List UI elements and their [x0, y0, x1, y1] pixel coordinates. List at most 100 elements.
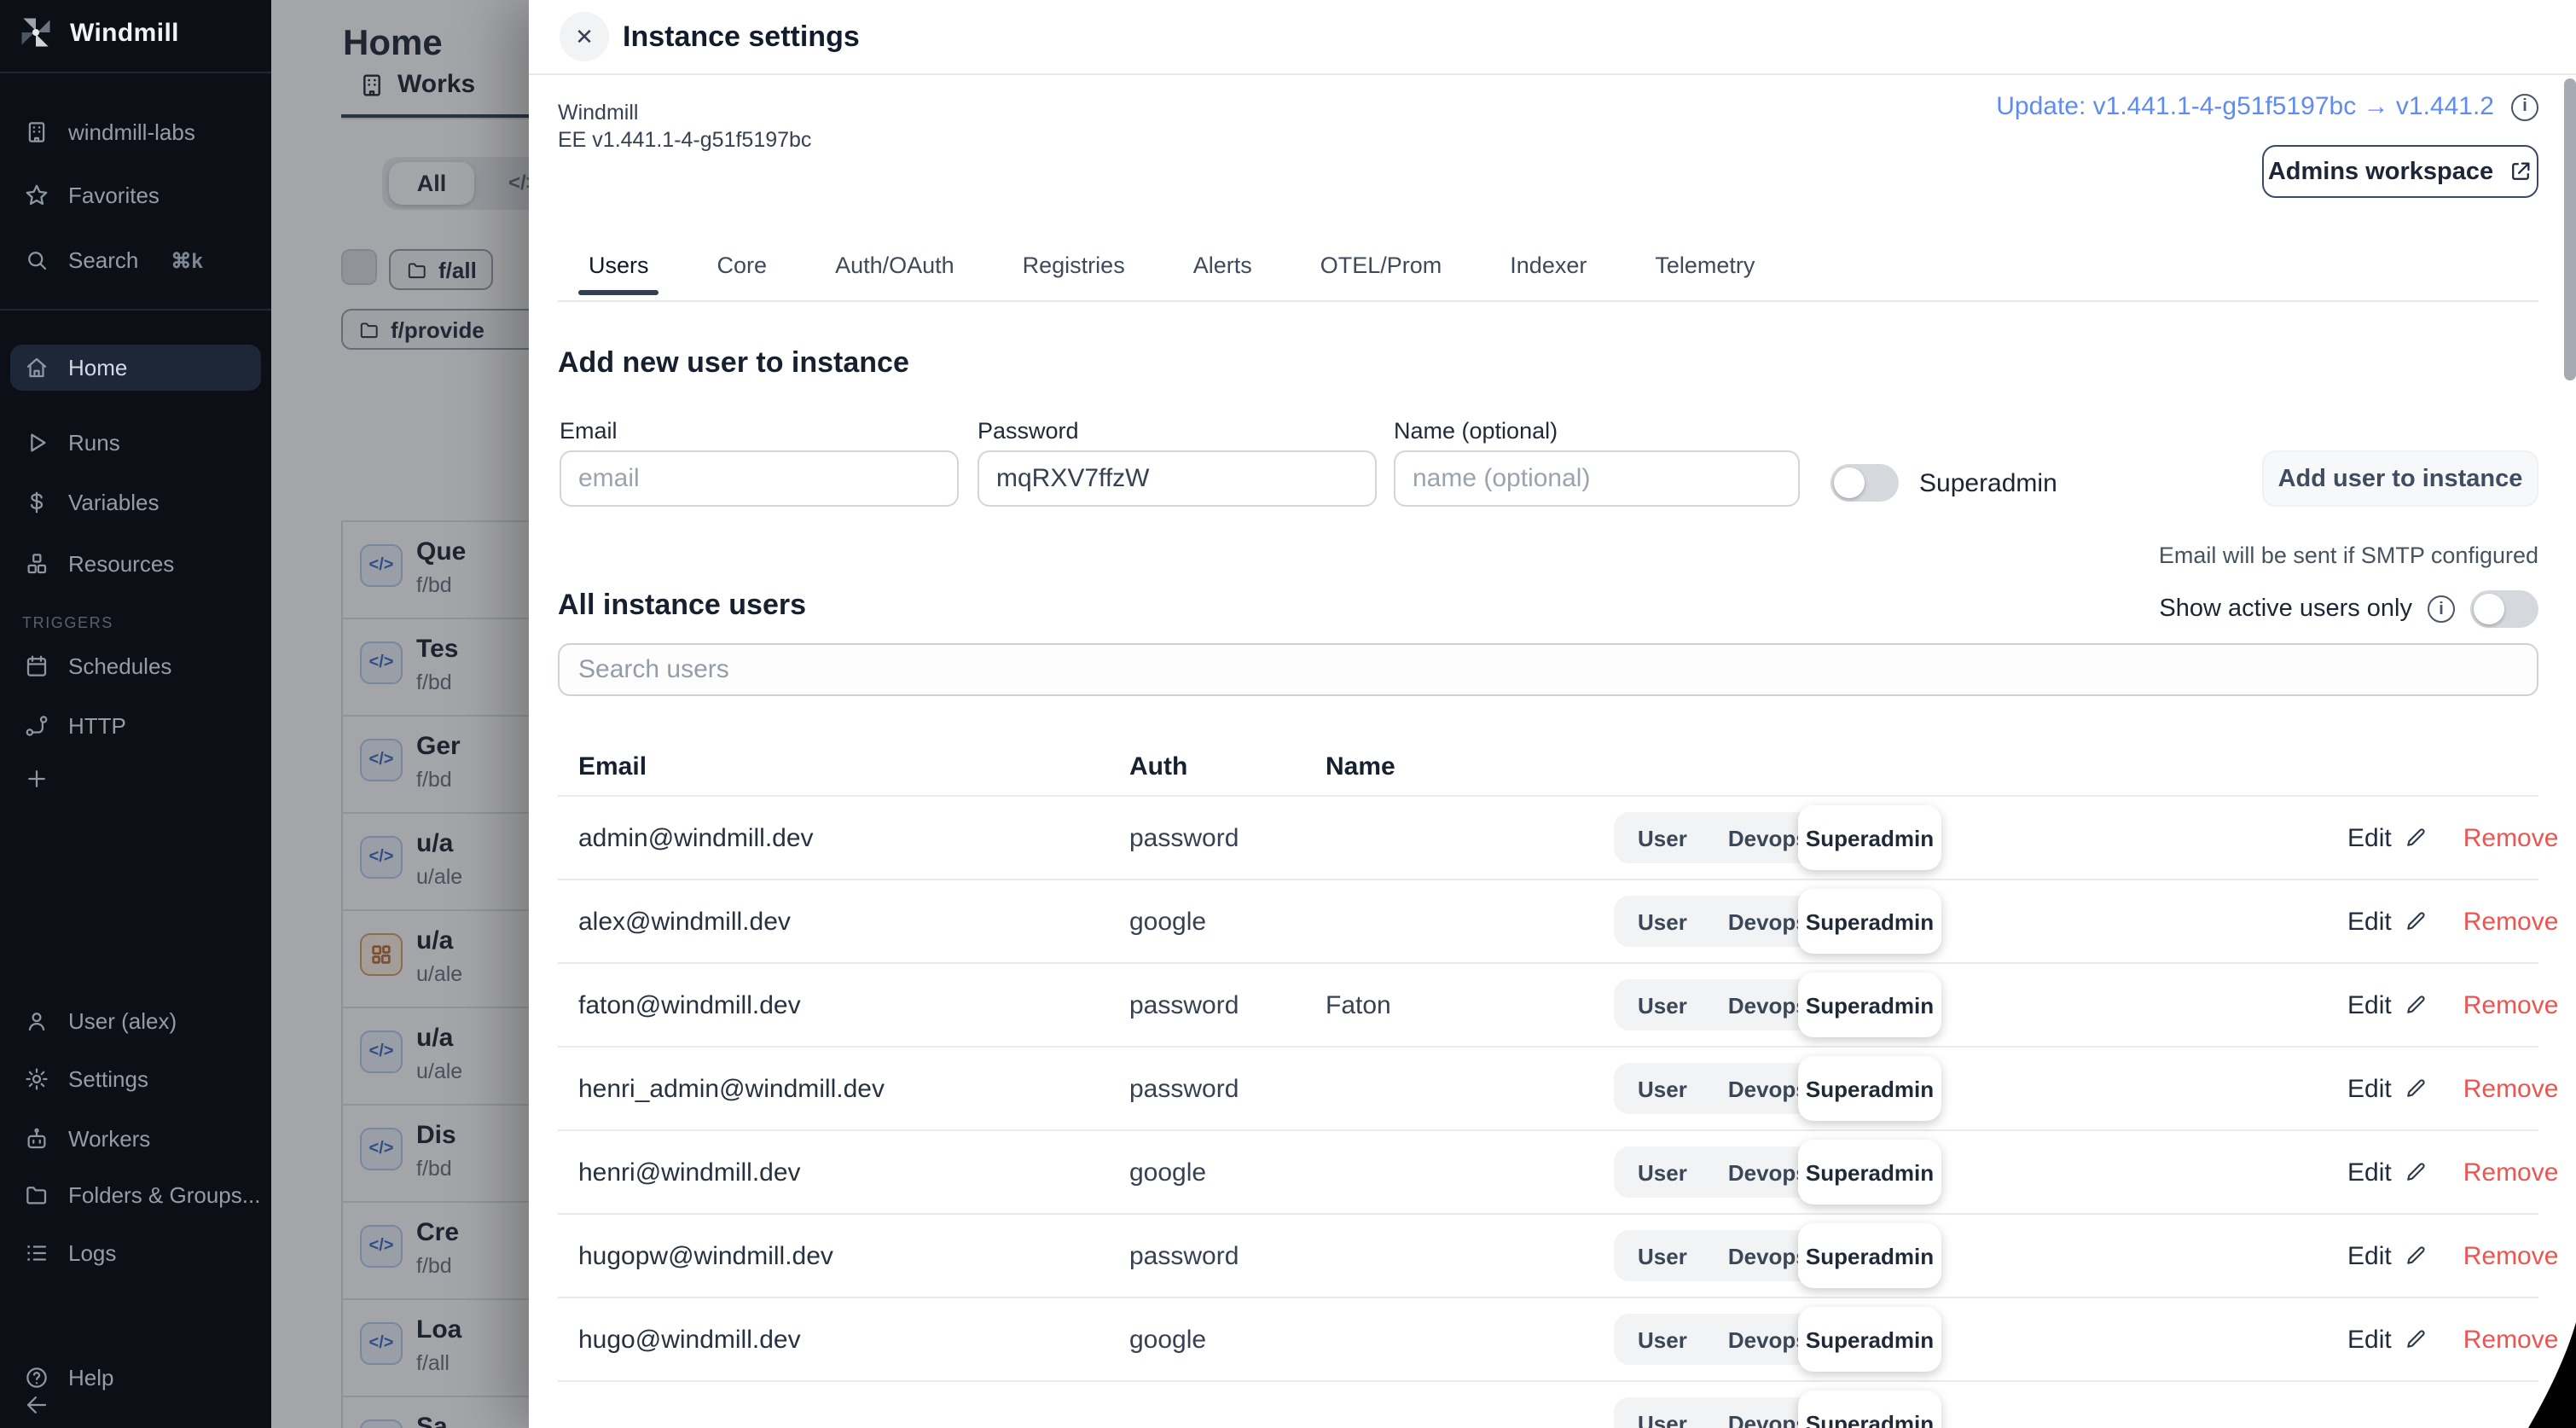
- sidebar-item-add-trigger[interactable]: [10, 756, 261, 802]
- remove-button[interactable]: Remove: [2463, 1074, 2559, 1103]
- role-option-devops[interactable]: Devops: [1728, 908, 1808, 934]
- tab-auth-oauth[interactable]: Auth/OAuth: [830, 253, 960, 295]
- role-option-user[interactable]: User: [1638, 1410, 1687, 1428]
- tab-registries[interactable]: Registries: [1018, 253, 1130, 295]
- modal-header: ✕ Instance settings: [529, 0, 2576, 75]
- password-field[interactable]: [978, 450, 1377, 507]
- logo-label: Windmill: [70, 18, 179, 47]
- sidebar-item-runs[interactable]: Runs: [10, 420, 261, 466]
- tabs-border: [558, 300, 2538, 302]
- name-field[interactable]: [1394, 450, 1800, 507]
- role-option-user[interactable]: User: [1638, 1159, 1687, 1185]
- sidebar-item-user[interactable]: User (alex): [10, 998, 261, 1044]
- collapse-sidebar-button[interactable]: [10, 1382, 261, 1428]
- remove-button[interactable]: Remove: [2463, 823, 2559, 852]
- add-user-button[interactable]: Add user to instance: [2262, 450, 2538, 507]
- role-option-superadmin-selected[interactable]: Superadmin: [1798, 972, 1941, 1037]
- edit-button[interactable]: Edit: [2347, 907, 2428, 936]
- update-link[interactable]: Update: v1.441.1-4-g51f5197bc → v1.441.2: [1996, 92, 2494, 121]
- edit-button[interactable]: Edit: [2347, 823, 2428, 852]
- sidebar-item-label: Resources: [68, 551, 174, 577]
- sidebar-item-resources[interactable]: Resources: [10, 541, 261, 587]
- windmill-logo[interactable]: Windmill: [17, 14, 179, 51]
- role-option-devops[interactable]: Devops: [1728, 1326, 1808, 1352]
- role-option-user[interactable]: User: [1638, 908, 1687, 934]
- sidebar-item-logs[interactable]: Logs: [10, 1230, 261, 1276]
- role-option-user[interactable]: User: [1638, 1076, 1687, 1101]
- role-option-superadmin-selected[interactable]: Superadmin: [1798, 889, 1941, 954]
- cell-auth: google: [1109, 1325, 1305, 1354]
- role-option-user[interactable]: User: [1638, 992, 1687, 1018]
- table-row: henri_admin@windmill.devpasswordUserDevo…: [558, 1046, 2538, 1129]
- email-field[interactable]: [560, 450, 959, 507]
- role-option-superadmin-selected[interactable]: Superadmin: [1798, 1056, 1941, 1121]
- role-option-devops[interactable]: Devops: [1728, 1410, 1808, 1428]
- show-active-toggle[interactable]: [2470, 590, 2538, 628]
- remove-button[interactable]: Remove: [2463, 907, 2559, 936]
- sidebar-item-settings[interactable]: Settings: [10, 1056, 261, 1102]
- role-segmented-control: UserDevopsSuperadmin: [1614, 979, 1897, 1030]
- list-icon: [24, 1240, 49, 1266]
- role-option-superadmin-selected[interactable]: Superadmin: [1798, 1307, 1941, 1372]
- sidebar: Windmill windmill-labsFavoritesSearch⌘k …: [0, 0, 271, 1428]
- superadmin-toggle[interactable]: [1830, 464, 1899, 502]
- sidebar-item-favorites[interactable]: Favorites: [10, 172, 261, 218]
- role-option-devops[interactable]: Devops: [1728, 1159, 1808, 1185]
- remove-button[interactable]: Remove: [2463, 1325, 2559, 1354]
- scrollbar-thumb[interactable]: [2564, 78, 2576, 380]
- role-option-user[interactable]: User: [1638, 825, 1687, 850]
- role-option-superadmin-selected[interactable]: Superadmin: [1798, 805, 1941, 870]
- sidebar-divider: [0, 72, 271, 73]
- table-header-row: Email Auth Name: [558, 737, 2538, 795]
- search-users-input[interactable]: [558, 643, 2538, 696]
- sidebar-item-workers[interactable]: Workers: [10, 1116, 261, 1162]
- tab-indexer[interactable]: Indexer: [1505, 253, 1592, 295]
- sidebar-item-schedules[interactable]: Schedules: [10, 643, 261, 689]
- role-option-superadmin-selected[interactable]: Superadmin: [1798, 1140, 1941, 1205]
- role-option-devops[interactable]: Devops: [1728, 1076, 1808, 1101]
- tab-telemetry[interactable]: Telemetry: [1650, 253, 1760, 295]
- star-icon: [24, 183, 49, 208]
- edit-button[interactable]: Edit: [2347, 1074, 2428, 1103]
- triggers-caption: TRIGGERS: [22, 614, 113, 631]
- role-option-devops[interactable]: Devops: [1728, 1243, 1808, 1268]
- role-option-devops[interactable]: Devops: [1728, 825, 1808, 850]
- col-header-name: Name: [1305, 752, 1593, 781]
- role-option-superadmin-selected[interactable]: Superadmin: [1798, 1390, 1941, 1428]
- remove-button[interactable]: Remove: [2463, 1158, 2559, 1187]
- table-row: hugopw@windmill.devpasswordUserDevopsSup…: [558, 1213, 2538, 1297]
- tab-users[interactable]: Users: [583, 253, 654, 295]
- settings-tabs: Users Core Auth/OAuth Registries Alerts OTEL/…: [583, 253, 1760, 295]
- sidebar-item-workspace[interactable]: windmill-labs: [10, 109, 261, 155]
- robot-icon: [24, 1126, 49, 1152]
- remove-button[interactable]: Remove: [2463, 990, 2559, 1019]
- tab-otel-prom[interactable]: OTEL/Prom: [1315, 253, 1448, 295]
- sidebar-item-folders-groups[interactable]: Folders & Groups...: [10, 1172, 261, 1218]
- tab-alerts[interactable]: Alerts: [1188, 253, 1257, 295]
- info-icon[interactable]: i: [2428, 595, 2455, 623]
- update-row: Update: v1.441.1-4-g51f5197bc → v1.441.2…: [1996, 92, 2538, 121]
- role-option-devops[interactable]: Devops: [1728, 992, 1808, 1018]
- table-row: henri@windmill.devgoogleUserDevopsSupera…: [558, 1129, 2538, 1213]
- sidebar-item-label: HTTP: [68, 713, 126, 739]
- sidebar-item-variables[interactable]: Variables: [10, 479, 261, 525]
- role-option-user[interactable]: User: [1638, 1243, 1687, 1268]
- sidebar-item-home[interactable]: Home: [10, 345, 261, 391]
- edit-button[interactable]: Edit: [2347, 1325, 2428, 1354]
- role-option-user[interactable]: User: [1638, 1326, 1687, 1352]
- tab-core[interactable]: Core: [712, 253, 773, 295]
- remove-button[interactable]: Remove: [2463, 1241, 2559, 1270]
- role-option-superadmin-selected[interactable]: Superadmin: [1798, 1223, 1941, 1288]
- edit-button[interactable]: Edit: [2347, 1241, 2428, 1270]
- close-button[interactable]: ✕: [560, 12, 609, 61]
- info-icon[interactable]: i: [2511, 93, 2538, 120]
- sidebar-item-http[interactable]: HTTP: [10, 703, 261, 749]
- folder-icon: [24, 1182, 49, 1208]
- email-label: Email: [560, 418, 618, 444]
- edit-button[interactable]: Edit: [2347, 1158, 2428, 1187]
- cell-auth: password: [1109, 1074, 1305, 1103]
- admins-workspace-button[interactable]: Admins workspace: [2262, 145, 2538, 198]
- edit-button[interactable]: Edit: [2347, 990, 2428, 1019]
- sidebar-item-search[interactable]: Search⌘k: [10, 237, 261, 283]
- cell-name: Faton: [1305, 990, 1593, 1019]
